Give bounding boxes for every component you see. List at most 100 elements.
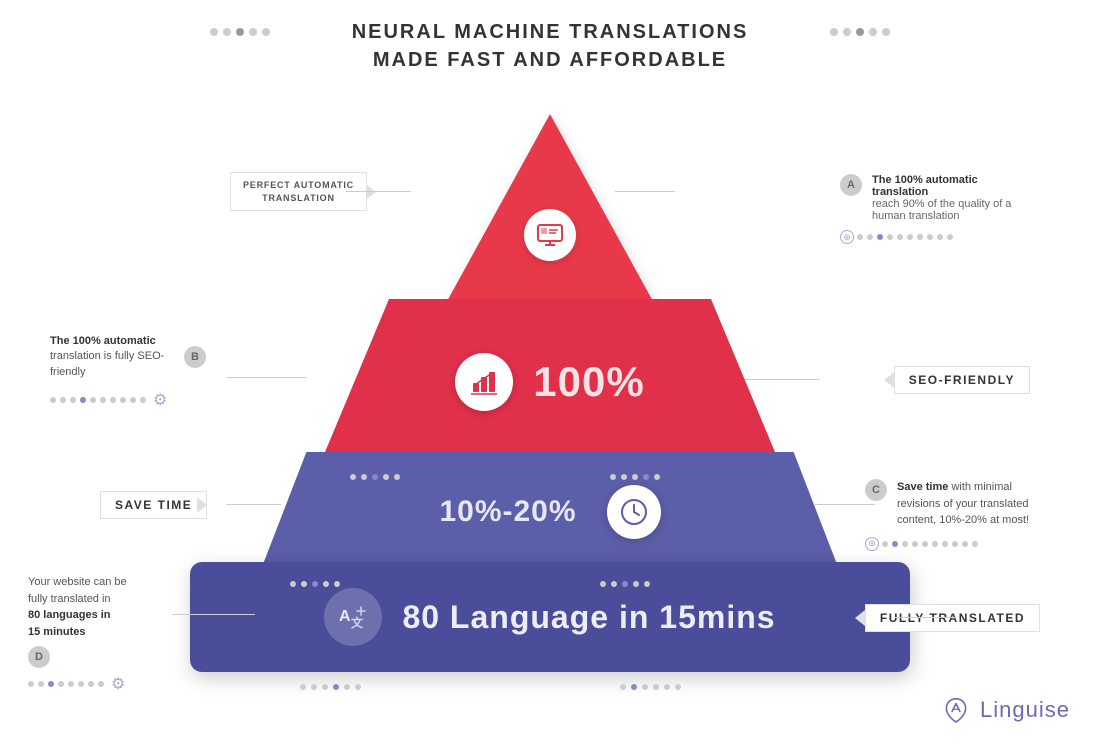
- dot: [937, 234, 943, 240]
- tier2-percent: 100%: [533, 358, 644, 406]
- dot: [622, 581, 628, 587]
- dot: [632, 474, 638, 480]
- dot: [383, 474, 389, 480]
- tier4-anno-line2: fully translated in: [28, 593, 111, 605]
- dot: [120, 397, 126, 403]
- dot: [28, 681, 34, 687]
- pyramid-container: PERFECT AUTOMATIC TRANSLATION A The 100%…: [0, 84, 1100, 744]
- title-dots-right: [830, 28, 890, 36]
- dot: [350, 474, 356, 480]
- main-title: NEURAL MACHINE TRANSLATIONS MADE FAST AN…: [0, 18, 1100, 74]
- badge-c: C: [865, 479, 887, 501]
- dot: [48, 681, 54, 687]
- dot: [882, 541, 888, 547]
- connector-line-tier1: [346, 191, 411, 192]
- tier1-triangle-wrap: [440, 114, 660, 314]
- connector-tier4-left: [172, 614, 255, 615]
- dot: [917, 234, 923, 240]
- tier2-left-annotation: The 100% automatic translation is fully …: [50, 334, 210, 410]
- tier4-bottom-dots-right: [620, 684, 681, 690]
- title-dots-left: [210, 28, 270, 36]
- dot: [643, 474, 649, 480]
- connector-tier2-right: [745, 379, 820, 380]
- svg-text:文: 文: [351, 615, 364, 630]
- tier1-dot-row: ⊕: [840, 230, 1015, 244]
- dot: [322, 684, 328, 690]
- tier4-left-annotation: Your website can be fully translated in …: [28, 574, 168, 694]
- seo-friendly-label: SEO-FRIENDLY: [894, 366, 1030, 394]
- connector-tier4-right: [895, 617, 955, 618]
- tier4-anno-line1: Your website can be: [28, 576, 127, 588]
- tier2-anno-text: translation is fully SEO-friendly: [50, 350, 164, 377]
- dot: [394, 474, 400, 480]
- dot: [68, 681, 74, 687]
- dot: [912, 541, 918, 547]
- connector-tier3-left: [226, 504, 281, 505]
- tier4-content: A 文 80 Language in 15mins: [190, 562, 910, 672]
- title-section: NEURAL MACHINE TRANSLATIONS MADE FAST AN…: [0, 0, 1100, 74]
- tier4-bottom-dots: [300, 684, 361, 690]
- dot: [892, 541, 898, 547]
- dot: [300, 684, 306, 690]
- chart-icon: [470, 369, 498, 395]
- dot: [58, 681, 64, 687]
- dot: [653, 684, 659, 690]
- gear-icon-d: ⚙: [111, 674, 125, 694]
- dot: [620, 684, 626, 690]
- dot: [312, 581, 318, 587]
- dot: [922, 541, 928, 547]
- globe-icon: ⊕: [840, 230, 854, 244]
- dot: [70, 397, 76, 403]
- tier3-percent: 10%-20%: [439, 495, 576, 529]
- connector-tier3-right: [815, 504, 875, 505]
- tier4-badge-row: D: [28, 646, 168, 668]
- dot: [867, 234, 873, 240]
- dot: [869, 28, 877, 36]
- dot: [236, 28, 244, 36]
- badge-b: B: [184, 346, 206, 368]
- dot: [962, 541, 968, 547]
- tier3-right-annotation: C Save time with minimal revisions of yo…: [865, 479, 1040, 551]
- dot: [972, 541, 978, 547]
- tier4-wrap: A 文 80 Language in 15mins: [190, 562, 910, 672]
- connector-tier2-left: [227, 377, 307, 378]
- dot: [600, 581, 606, 587]
- dot: [60, 397, 66, 403]
- dot: [843, 28, 851, 36]
- dot: [877, 234, 883, 240]
- dot: [90, 397, 96, 403]
- tier1-icon-circle: [524, 209, 576, 261]
- dot: [249, 28, 257, 36]
- tier3-icon-circle: [607, 485, 661, 539]
- tier4-text: 80 Language in 15mins: [402, 599, 775, 636]
- tier2-content: 100%: [320, 299, 780, 464]
- dot: [882, 28, 890, 36]
- dot: [140, 397, 146, 403]
- translate-icon: A 文: [337, 603, 369, 631]
- tier2-bottom-dots: [350, 474, 400, 480]
- clock-icon: [619, 497, 649, 527]
- monitor-icon: [536, 223, 564, 247]
- connector-right-tier1: [615, 191, 675, 192]
- dot: [610, 474, 616, 480]
- dot: [644, 581, 650, 587]
- tier4-anno-line3: 15 minutes: [28, 626, 85, 638]
- tier2-anno-bold: The 100% automatic: [50, 335, 156, 347]
- dot: [621, 474, 627, 480]
- globe-icon-c: ⊕: [865, 537, 879, 551]
- dot: [902, 541, 908, 547]
- linguise-name: Linguise: [980, 697, 1070, 723]
- dot: [100, 397, 106, 403]
- dot: [38, 681, 44, 687]
- dot: [654, 474, 660, 480]
- dot: [675, 684, 681, 690]
- dot: [262, 28, 270, 36]
- tier2-wrap: 100%: [320, 299, 780, 464]
- gear-icon: ⚙: [153, 390, 167, 410]
- dot: [50, 397, 56, 403]
- dot: [830, 28, 838, 36]
- dot: [344, 684, 350, 690]
- dot: [942, 541, 948, 547]
- dot: [664, 684, 670, 690]
- dot: [223, 28, 231, 36]
